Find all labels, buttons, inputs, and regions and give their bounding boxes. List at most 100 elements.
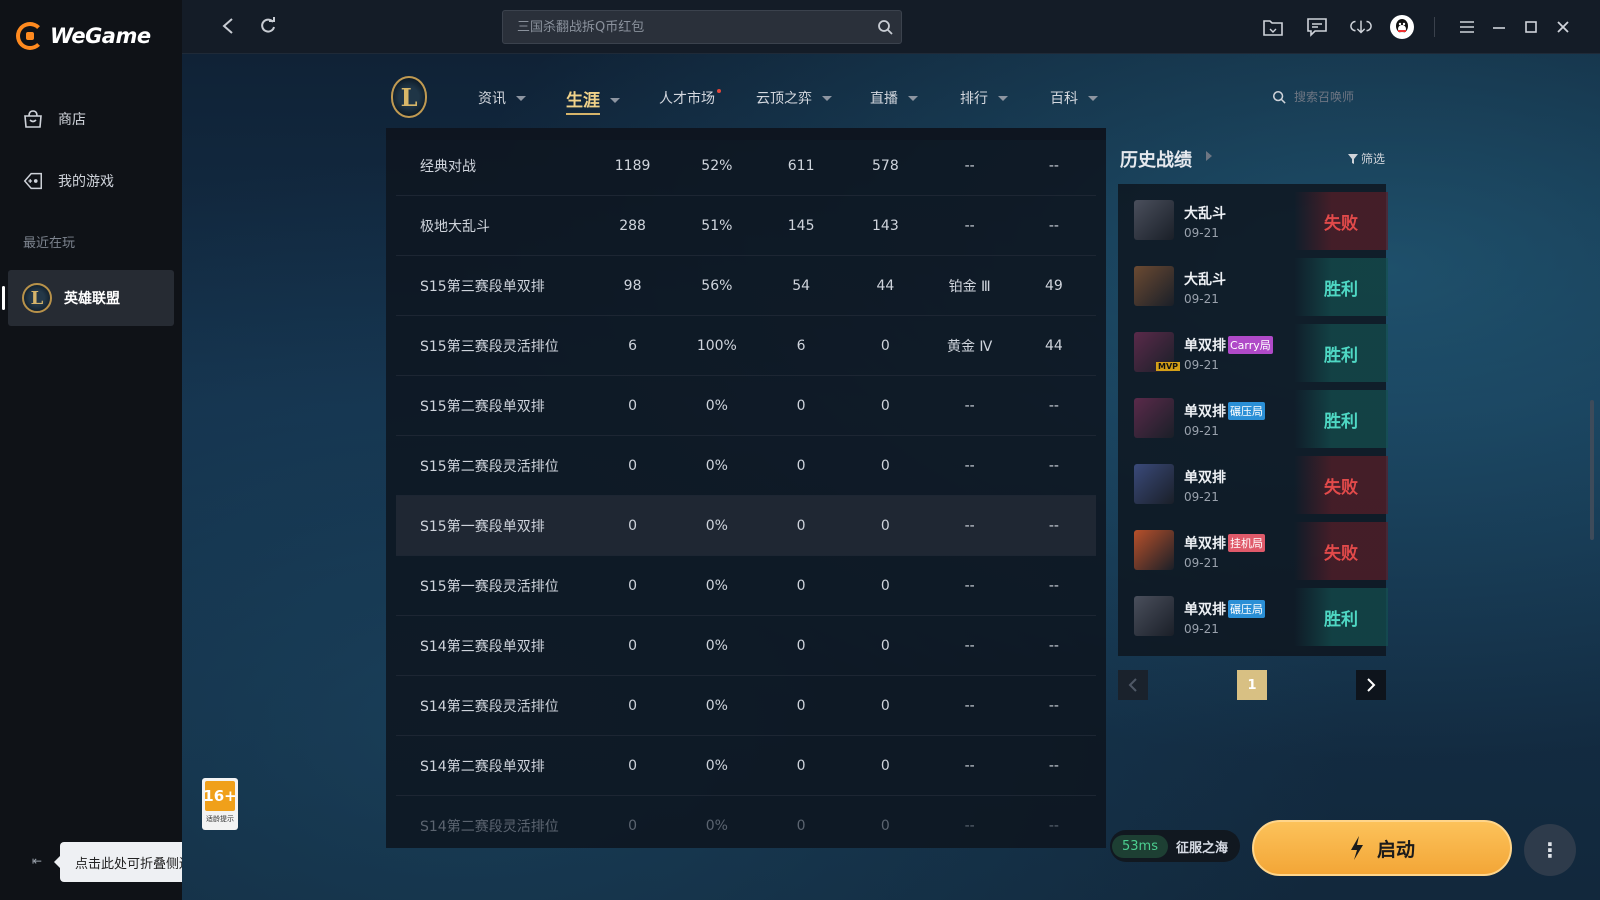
search-input[interactable] xyxy=(515,11,865,43)
collapse-sidebar-icon[interactable]: ⇤ xyxy=(28,852,46,870)
folder-icon[interactable] xyxy=(1262,16,1284,38)
table-row[interactable]: S14第二赛段单双排 0 0% 0 0 -- -- xyxy=(396,736,1096,796)
prev-page-icon[interactable] xyxy=(1118,670,1148,700)
cell-wins: 0 xyxy=(796,577,806,594)
more-options-icon[interactable]: ⋮ xyxy=(1524,824,1576,876)
tab-talent-market[interactable]: 人才市场 xyxy=(659,88,725,108)
cell-mode: S15第三赛段灵活排位 xyxy=(420,338,559,355)
match-item[interactable]: 大乱斗 09-21 失败 xyxy=(1130,192,1388,250)
tab-career[interactable]: 生涯 xyxy=(566,86,620,115)
match-mode-label: 单双排 xyxy=(1184,536,1226,552)
cell-points: -- xyxy=(1048,397,1059,414)
match-result: 失败 xyxy=(1294,192,1388,250)
chevron-right-icon[interactable] xyxy=(1206,151,1212,161)
recent-label: 最近在玩 xyxy=(23,236,76,251)
close-icon[interactable] xyxy=(1552,16,1574,38)
cell-rank: -- xyxy=(964,577,975,594)
cell-losses: 143 xyxy=(872,217,899,234)
tab-label: 云顶之弈 xyxy=(756,91,812,107)
table-row[interactable]: S14第二赛段灵活排位 0 0% 0 0 -- -- xyxy=(396,796,1096,848)
cell-wins: 611 xyxy=(787,157,815,174)
lol-logo-icon[interactable]: L xyxy=(391,76,427,118)
match-date: 09-21 xyxy=(1184,292,1219,306)
cell-games: 1189 xyxy=(614,157,651,174)
table-row[interactable]: S15第二赛段单双排 0 0% 0 0 -- -- xyxy=(396,376,1096,436)
wegame-logo[interactable]: WeGame xyxy=(16,22,151,50)
tab-news[interactable]: 资讯 xyxy=(478,88,526,108)
sidebar-item-label: 我的游戏 xyxy=(58,174,114,190)
scrollbar[interactable] xyxy=(1590,400,1594,540)
match-result: 胜利 xyxy=(1294,324,1388,382)
page-number[interactable]: 1 xyxy=(1237,670,1267,700)
ranked-stats-table: 经典对战 1189 52% 611 578 -- -- 极地大乱斗 288 51% 145 143 --… xyxy=(386,128,1106,848)
match-history-list: 大乱斗 09-21 失败 大乱斗 09-21 胜利 MVP 单双排 Carry局 09-21 胜利单… xyxy=(1118,184,1388,656)
table-row[interactable]: 经典对战 1189 52% 611 578 -- -- xyxy=(396,136,1096,196)
sidebar-item-label: 商店 xyxy=(58,112,86,128)
cell-winrate: 51% xyxy=(701,217,733,234)
search-icon[interactable] xyxy=(877,19,893,39)
match-item[interactable]: 单双排 碾压局 09-21 胜利 xyxy=(1130,588,1388,646)
history-title[interactable]: 历史战绩 xyxy=(1120,146,1192,172)
tab-ranking[interactable]: 排行 xyxy=(960,88,1008,108)
cell-rank: -- xyxy=(964,517,975,534)
message-icon[interactable] xyxy=(1306,16,1328,38)
age-rating: 16+ xyxy=(203,781,237,811)
table-row[interactable]: S15第一赛段灵活排位 0 0% 0 0 -- -- xyxy=(396,556,1096,616)
search-box xyxy=(502,10,902,44)
ping-badge: 53ms xyxy=(1112,834,1168,858)
cell-rank: -- xyxy=(964,217,975,234)
tab-tft[interactable]: 云顶之弈 xyxy=(756,88,832,108)
sidebar-item-my-games[interactable]: 我的游戏 xyxy=(22,170,114,192)
table-row[interactable]: S15第一赛段单双排 0 0% 0 0 -- -- xyxy=(396,496,1096,556)
chevron-down-icon xyxy=(998,95,1008,101)
cell-winrate: 0% xyxy=(705,457,728,474)
match-item[interactable]: 单双排 碾压局 09-21 胜利 xyxy=(1130,390,1388,448)
download-icon[interactable] xyxy=(1350,16,1372,38)
cell-rank: 铂金 Ⅲ xyxy=(948,278,991,295)
cell-winrate: 0% xyxy=(705,397,728,414)
cell-mode: S14第三赛段单双排 xyxy=(420,638,545,655)
cell-mode: S14第三赛段灵活排位 xyxy=(420,698,559,715)
table-row[interactable]: S15第二赛段灵活排位 0 0% 0 0 -- -- xyxy=(396,436,1096,496)
tab-wiki[interactable]: 百科 xyxy=(1050,88,1098,108)
lightning-icon xyxy=(1350,836,1363,860)
cell-winrate: 0% xyxy=(705,757,728,774)
qq-avatar-icon[interactable] xyxy=(1390,15,1414,39)
table-row[interactable]: S14第三赛段单双排 0 0% 0 0 -- -- xyxy=(396,616,1096,676)
age-rating-badge: 16+ 适龄提示 xyxy=(202,778,238,830)
match-tag: 挂机局 xyxy=(1228,534,1265,552)
match-mode: 单双排 碾压局 xyxy=(1184,401,1265,421)
cell-winrate: 0% xyxy=(705,577,728,594)
server-selector[interactable]: 53ms 征服之海 xyxy=(1110,830,1240,862)
back-icon[interactable] xyxy=(216,14,240,38)
filter-button[interactable]: 筛选 xyxy=(1348,150,1385,167)
table-row[interactable]: S15第三赛段灵活排位 6 100% 6 0 黄金 Ⅳ 44 xyxy=(396,316,1096,376)
cell-games: 0 xyxy=(628,697,638,714)
match-mode-label: 大乱斗 xyxy=(1184,206,1226,222)
summoner-search[interactable]: 搜索召唤师 xyxy=(1272,88,1354,105)
cell-points: 49 xyxy=(1045,277,1063,294)
cell-rank: -- xyxy=(964,457,975,474)
launch-button[interactable]: 启动 xyxy=(1252,820,1512,876)
tab-live[interactable]: 直播 xyxy=(870,88,918,108)
chevron-down-icon xyxy=(516,95,526,101)
table-row[interactable]: S15第三赛段单双排 98 56% 54 44 铂金 Ⅲ 49 xyxy=(396,256,1096,316)
match-mode-label: 单双排 xyxy=(1184,404,1226,420)
next-page-icon[interactable] xyxy=(1356,670,1386,700)
refresh-icon[interactable] xyxy=(256,14,280,38)
menu-icon[interactable] xyxy=(1456,16,1478,38)
minimize-icon[interactable] xyxy=(1488,16,1510,38)
recent-game-lol[interactable]: L 英雄联盟 xyxy=(2,270,174,326)
match-mode: 单双排 挂机局 xyxy=(1184,533,1265,553)
chevron-down-icon xyxy=(1088,95,1098,101)
sidebar-item-shop[interactable]: 商店 xyxy=(22,108,86,130)
match-item[interactable]: 单双排 挂机局 09-21 失败 xyxy=(1130,522,1388,580)
mvp-badge: MVP xyxy=(1156,362,1181,371)
match-item[interactable]: 单双排 09-21 失败 xyxy=(1130,456,1388,514)
cell-points: -- xyxy=(1048,157,1059,174)
match-item[interactable]: 大乱斗 09-21 胜利 xyxy=(1130,258,1388,316)
table-row[interactable]: 极地大乱斗 288 51% 145 143 -- -- xyxy=(396,196,1096,256)
table-row[interactable]: S14第三赛段灵活排位 0 0% 0 0 -- -- xyxy=(396,676,1096,736)
match-item[interactable]: MVP 单双排 Carry局 09-21 胜利 xyxy=(1130,324,1388,382)
maximize-icon[interactable] xyxy=(1520,16,1542,38)
